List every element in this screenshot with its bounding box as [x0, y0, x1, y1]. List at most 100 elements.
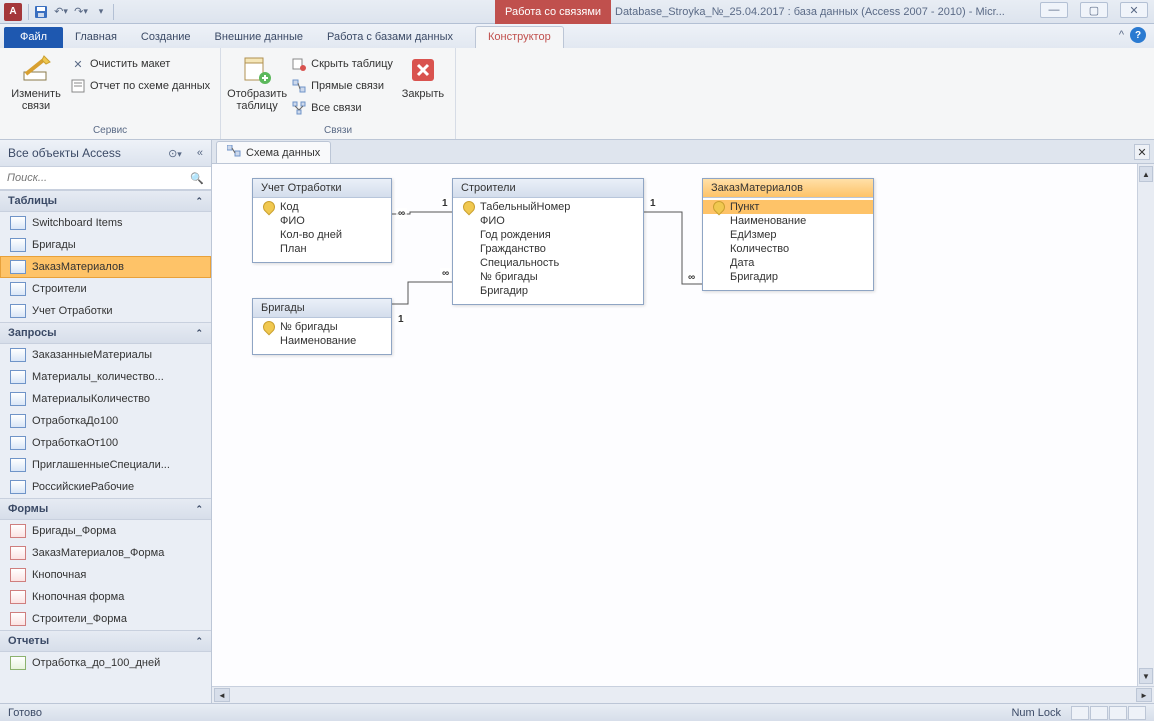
nav-item[interactable]: ОтработкаОт100 [0, 432, 211, 454]
nav-item[interactable]: Бригады [0, 234, 211, 256]
hide-table-button[interactable]: Скрыть таблицу [287, 54, 397, 74]
view-btn-3[interactable] [1109, 706, 1127, 720]
entity-field[interactable]: Количество [703, 242, 873, 256]
nav-item[interactable]: РоссийскиеРабочие [0, 476, 211, 498]
nav-item[interactable]: Кнопочная [0, 564, 211, 586]
nav-category-tables[interactable]: Таблицы⌃ [0, 190, 211, 212]
nav-item[interactable]: Учет Отработки [0, 300, 211, 322]
redo-icon[interactable]: ↷▾ [71, 2, 91, 22]
nav-item-label: ОтработкаОт100 [32, 437, 118, 449]
qat-customize-icon[interactable]: ▾ [91, 2, 111, 22]
all-relations-button[interactable]: Все связи [287, 98, 397, 118]
tab-database-tools[interactable]: Работа с базами данных [315, 27, 465, 48]
object-icon [10, 260, 26, 274]
nav-item-label: Материалы_количество... [32, 371, 164, 383]
entity-field[interactable]: Дата [703, 256, 873, 270]
tab-design[interactable]: Конструктор [475, 26, 564, 48]
relations-canvas[interactable]: 1 ∞ ∞ 1 1 ∞ Учет Отработки КодФИОКол-во … [212, 164, 1154, 686]
edit-relations-button[interactable]: Изменить связи [6, 50, 66, 112]
nav-collapse-icon[interactable]: « [197, 147, 203, 160]
entity-field[interactable]: Бригадир [453, 284, 643, 298]
entity-field[interactable]: № бригады [453, 270, 643, 284]
context-tab-title: Работа со связями [495, 0, 611, 24]
scroll-left-icon[interactable]: ◄ [214, 688, 230, 702]
show-table-button[interactable]: Отобразить таблицу [227, 50, 287, 112]
entity-field[interactable]: План [253, 242, 391, 256]
entity-field[interactable]: Наименование [253, 334, 391, 348]
entity-field[interactable]: Код [253, 200, 391, 214]
entity-field[interactable]: Гражданство [453, 242, 643, 256]
entity-field[interactable]: Бригадир [703, 270, 873, 284]
view-btn-1[interactable] [1071, 706, 1089, 720]
nav-category-queries[interactable]: Запросы⌃ [0, 322, 211, 344]
entity-field[interactable]: ФИО [453, 214, 643, 228]
nav-dropdown-icon[interactable]: ⊙▾ [168, 147, 182, 160]
relation-report-label: Отчет по схеме данных [90, 80, 210, 92]
object-icon [10, 568, 26, 582]
nav-category-reports[interactable]: Отчеты⌃ [0, 630, 211, 652]
doc-close-button[interactable]: ✕ [1134, 144, 1150, 160]
entity-brigady[interactable]: Бригады № бригадыНаименование [252, 298, 392, 355]
entity-field[interactable]: ЕдИзмер [703, 228, 873, 242]
nav-item[interactable]: ЗаказМатериалов [0, 256, 211, 278]
maximize-button[interactable]: ▢ [1080, 2, 1108, 18]
nav-item-label: Кнопочная форма [32, 591, 124, 603]
entity-field[interactable]: Специальность [453, 256, 643, 270]
tab-create[interactable]: Создание [129, 27, 203, 48]
nav-item-label: Строители [32, 283, 87, 295]
search-icon[interactable]: 🔍 [186, 172, 208, 185]
entity-field[interactable]: ФИО [253, 214, 391, 228]
nav-item[interactable]: Материалы_количество... [0, 366, 211, 388]
scroll-right-icon[interactable]: ► [1136, 688, 1152, 702]
relation-report-button[interactable]: Отчет по схеме данных [66, 76, 214, 96]
doc-tab-label: Схема данных [246, 147, 320, 159]
ribbon-minimize-icon[interactable]: ^ [1119, 29, 1124, 41]
nav-header[interactable]: Все объекты Access ⊙▾ « [0, 140, 211, 167]
app-icon[interactable]: A [4, 3, 22, 21]
direct-relations-button[interactable]: Прямые связи [287, 76, 397, 96]
nav-item[interactable]: ЗаказанныеМатериалы [0, 344, 211, 366]
close-button[interactable]: ✕ [1120, 2, 1148, 18]
nav-item[interactable]: Switchboard Items [0, 212, 211, 234]
nav-item[interactable]: ЗаказМатериалов_Форма [0, 542, 211, 564]
tab-home[interactable]: Главная [63, 27, 129, 48]
clear-layout-button[interactable]: ✕Очистить макет [66, 54, 214, 74]
save-icon[interactable] [31, 2, 51, 22]
nav-category-forms[interactable]: Формы⌃ [0, 498, 211, 520]
entity-field[interactable]: Наименование [703, 214, 873, 228]
nav-item[interactable]: МатериалыКоличество [0, 388, 211, 410]
minimize-button[interactable]: — [1040, 2, 1068, 18]
vertical-scrollbar[interactable]: ▲ ▼ [1137, 164, 1154, 686]
entity-field[interactable]: Кол-во дней [253, 228, 391, 242]
scroll-down-icon[interactable]: ▼ [1139, 668, 1153, 684]
view-btn-2[interactable] [1090, 706, 1108, 720]
object-icon [10, 414, 26, 428]
entity-zakaz-materialov[interactable]: ЗаказМатериалов ПунктНаименованиеЕдИзмер… [702, 178, 874, 291]
entity-stroiteli[interactable]: Строители ТабельныйНомерФИОГод рожденияГ… [452, 178, 644, 305]
view-btn-4[interactable] [1128, 706, 1146, 720]
scroll-up-icon[interactable]: ▲ [1139, 166, 1153, 182]
entity-uchet-otrabotki[interactable]: Учет Отработки КодФИОКол-во днейПлан [252, 178, 392, 263]
nav-header-title: Все объекты Access [8, 146, 121, 160]
entity-field[interactable]: Пункт [703, 200, 873, 214]
nav-item[interactable]: ПриглашенныеСпециали... [0, 454, 211, 476]
entity-field[interactable]: Год рождения [453, 228, 643, 242]
horizontal-scrollbar[interactable]: ◄ ► [212, 686, 1154, 703]
search-input[interactable] [3, 170, 186, 186]
undo-icon[interactable]: ↶▾ [51, 2, 71, 22]
object-icon [10, 524, 26, 538]
help-icon[interactable]: ? [1130, 27, 1146, 43]
nav-item-label: Бригады_Форма [32, 525, 116, 537]
nav-item[interactable]: Строители [0, 278, 211, 300]
nav-item[interactable]: Бригады_Форма [0, 520, 211, 542]
tab-file[interactable]: Файл [4, 27, 63, 48]
nav-item[interactable]: Кнопочная форма [0, 586, 211, 608]
nav-item[interactable]: Отработка_до_100_дней [0, 652, 211, 674]
doc-tab-schema[interactable]: Схема данных [216, 141, 331, 163]
nav-item[interactable]: Строители_Форма [0, 608, 211, 630]
entity-field[interactable]: ТабельныйНомер [453, 200, 643, 214]
entity-field[interactable]: № бригады [253, 320, 391, 334]
nav-item[interactable]: ОтработкаДо100 [0, 410, 211, 432]
close-relations-button[interactable]: Закрыть [397, 50, 449, 100]
tab-external-data[interactable]: Внешние данные [203, 27, 315, 48]
